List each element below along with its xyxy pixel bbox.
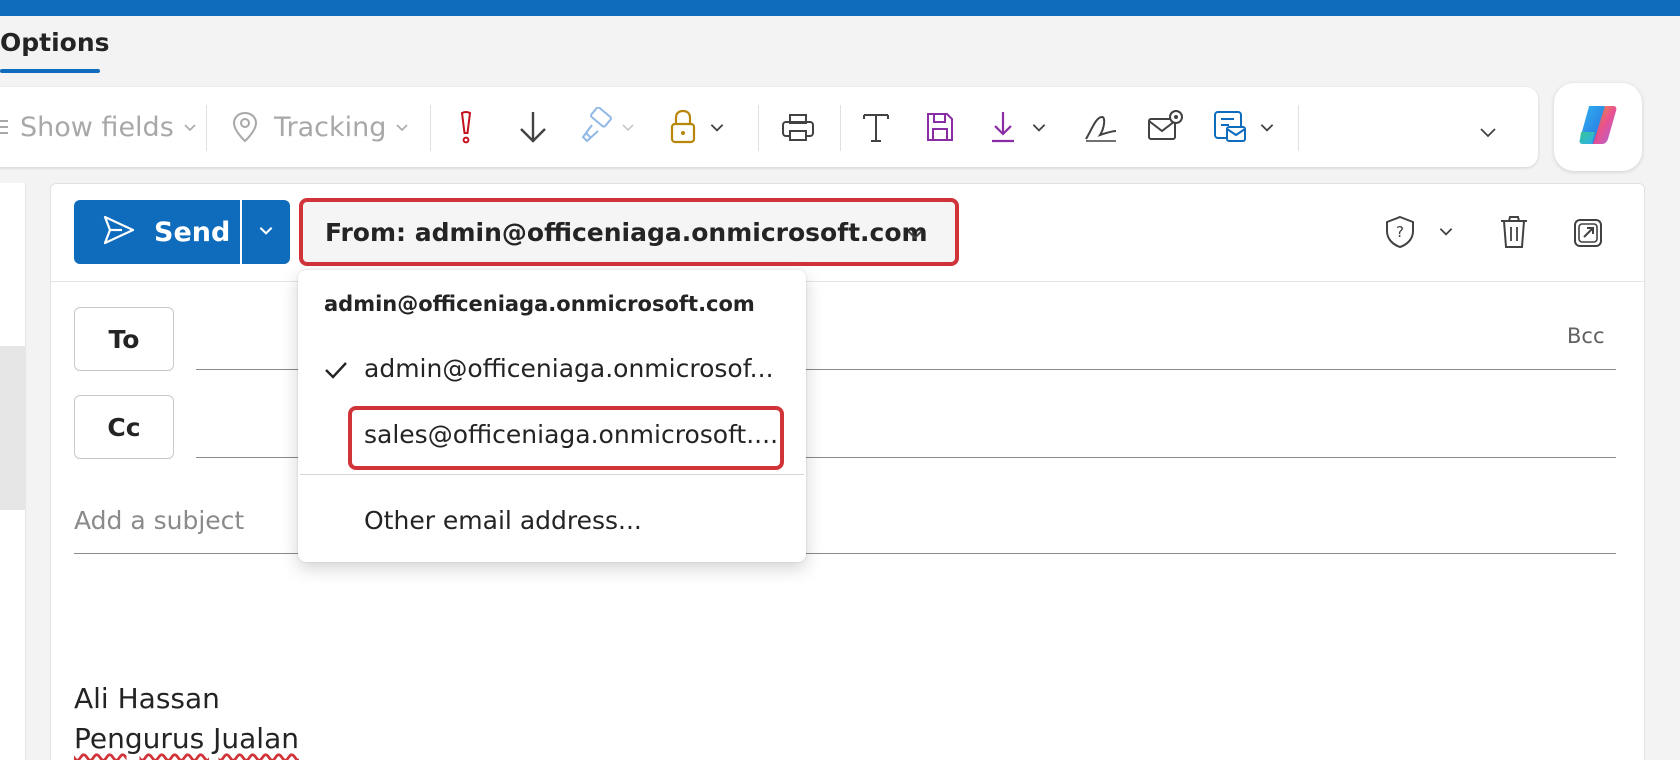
ribbon-separator: [840, 105, 841, 151]
show-fields-icon: [0, 107, 12, 147]
checkmark-icon: [322, 356, 350, 388]
show-fields-label: Show fields: [20, 111, 174, 143]
importance-high-button[interactable]: [454, 107, 478, 147]
save-icon: [924, 107, 956, 147]
cc-button[interactable]: Cc: [74, 395, 174, 459]
chevron-down-icon: [182, 119, 198, 135]
tab-active-indicator: [0, 69, 100, 73]
sensitivity-button[interactable]: ?: [1383, 214, 1417, 254]
chevron-down-icon: [620, 119, 636, 135]
send-options-button[interactable]: [242, 200, 290, 264]
dropdown-divider: [300, 474, 804, 475]
from-option-admin[interactable]: admin@officeniaga.onmicrosof...: [364, 354, 784, 383]
ribbon-separator: [758, 105, 759, 151]
mail-settings-icon: [1146, 107, 1184, 147]
save-button[interactable]: [924, 107, 956, 147]
from-dropdown-menu: admin@officeniaga.onmicrosoft.com admin@…: [298, 270, 806, 562]
signature-name: Ali Hassan: [74, 682, 220, 715]
svg-text:?: ?: [1396, 223, 1404, 241]
tab-options[interactable]: Options: [0, 28, 110, 57]
importance-low-button[interactable]: [516, 107, 550, 147]
copilot-button[interactable]: [1554, 83, 1642, 171]
from-option-other[interactable]: Other email address...: [364, 506, 784, 535]
show-fields-button[interactable]: Show fields: [0, 107, 198, 147]
delete-icon: [1497, 216, 1531, 254]
compose-header-divider: [51, 281, 1644, 282]
dropdown-header: admin@officeniaga.onmicrosoft.com: [324, 292, 755, 316]
location-icon: [230, 110, 260, 144]
subject-input[interactable]: Add a subject: [74, 506, 244, 535]
delete-button[interactable]: [1497, 214, 1531, 254]
lock-icon: [668, 107, 698, 147]
chevron-down-icon: [1030, 118, 1048, 136]
importance-low-icon: [516, 107, 550, 147]
print-icon: [780, 107, 816, 147]
signature-button[interactable]: [1082, 107, 1120, 147]
tracking-label: Tracking: [274, 111, 387, 143]
download-button[interactable]: [988, 107, 1048, 147]
print-button[interactable]: [780, 107, 816, 147]
encrypt-button[interactable]: [668, 107, 726, 147]
copilot-icon: [1575, 102, 1621, 152]
mail-template-icon: [1212, 107, 1248, 147]
signature-icon: [1082, 107, 1120, 147]
pop-out-button[interactable]: [1571, 214, 1605, 254]
message-list-selected-item[interactable]: [0, 346, 26, 510]
text-format-icon: [860, 107, 892, 147]
bcc-button[interactable]: Bcc: [1567, 324, 1605, 348]
format-painter-icon: [578, 107, 614, 147]
importance-high-icon: [454, 107, 478, 147]
text-format-button[interactable]: [860, 107, 892, 147]
ribbon-separator: [1298, 105, 1299, 151]
send-label: Send: [154, 216, 231, 248]
send-button[interactable]: Send: [74, 200, 240, 264]
chevron-down-icon: [394, 119, 410, 135]
ribbon-expand-button[interactable]: [1478, 111, 1498, 151]
sensitivity-options-button[interactable]: [1437, 222, 1455, 244]
chevron-down-icon: [905, 224, 925, 248]
sensitivity-icon: ?: [1383, 215, 1417, 254]
ribbon-separator: [430, 105, 431, 151]
pop-out-icon: [1571, 219, 1605, 254]
from-selector-button[interactable]: From: admin@officeniaga.onmicrosoft.com: [299, 198, 959, 266]
from-label: From: admin@officeniaga.onmicrosoft.com: [325, 217, 928, 247]
tracking-button[interactable]: Tracking: [230, 107, 410, 147]
chevron-down-icon: [1258, 118, 1276, 136]
from-option-sales[interactable]: sales@officeniaga.onmicrosoft....: [364, 420, 784, 449]
format-painter-button[interactable]: [578, 107, 636, 147]
mail-settings-button[interactable]: [1146, 107, 1184, 147]
mail-template-button[interactable]: [1212, 107, 1276, 147]
chevron-down-icon: [1437, 225, 1455, 244]
ribbon-separator: [206, 105, 207, 151]
to-button[interactable]: To: [74, 307, 174, 371]
send-icon: [102, 213, 136, 251]
chevron-down-icon: [257, 221, 275, 243]
app-top-bar: [0, 0, 1680, 16]
chevron-down-icon: [1478, 111, 1498, 151]
compose-pane: Send From: admin@officeniaga.onmicrosoft…: [50, 183, 1645, 760]
ribbon-toolbar: Show fields Tracking: [0, 87, 1538, 167]
download-icon: [988, 107, 1018, 147]
chevron-down-icon: [708, 118, 726, 136]
signature-title: Pengurus Jualan: [74, 722, 299, 755]
